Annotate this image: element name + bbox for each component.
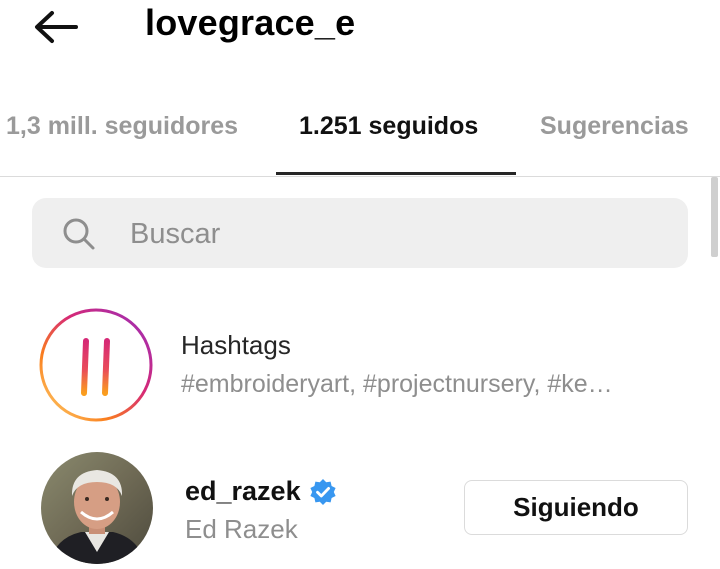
tab-followers[interactable]: 1,3 mill. seguidores (6, 112, 238, 141)
user-name-line[interactable]: ed_razek (185, 476, 337, 507)
hashtags-subtitle: #embroideryart, #projectnursery, #ke… (181, 370, 613, 398)
list-item[interactable]: ed_razek Ed Razek Siguiendo (0, 448, 720, 569)
scrollbar[interactable] (711, 177, 718, 257)
search-icon (63, 218, 95, 250)
avatar[interactable] (41, 452, 153, 564)
avatar-photo (41, 452, 153, 564)
hashtags-title: Hashtags (181, 330, 291, 360)
arrow-left-icon (35, 11, 78, 43)
verified-badge-icon (309, 478, 336, 505)
user-full-name: Ed Razek (185, 514, 298, 544)
tab-suggestions[interactable]: Sugerencias (540, 112, 689, 141)
search-input[interactable] (128, 198, 672, 270)
active-tab-indicator (276, 172, 516, 175)
following-list-screen: lovegrace_e 1,3 mill. seguidores 1.251 s… (0, 0, 720, 569)
tab-following[interactable]: 1.251 seguidos (299, 112, 478, 141)
username: ed_razek (185, 476, 301, 506)
top-bar: lovegrace_e (0, 0, 720, 80)
page-title: lovegrace_e (145, 2, 356, 43)
hashtags-row[interactable]: Hashtags #embroideryart, #projectnursery… (0, 300, 720, 430)
following-button[interactable]: Siguiendo (464, 480, 688, 535)
search-bar[interactable] (32, 198, 688, 270)
back-button[interactable] (30, 6, 82, 48)
tab-bar: 1,3 mill. seguidores 1.251 seguidos Suge… (0, 92, 720, 177)
hashtag-icon (39, 308, 153, 422)
